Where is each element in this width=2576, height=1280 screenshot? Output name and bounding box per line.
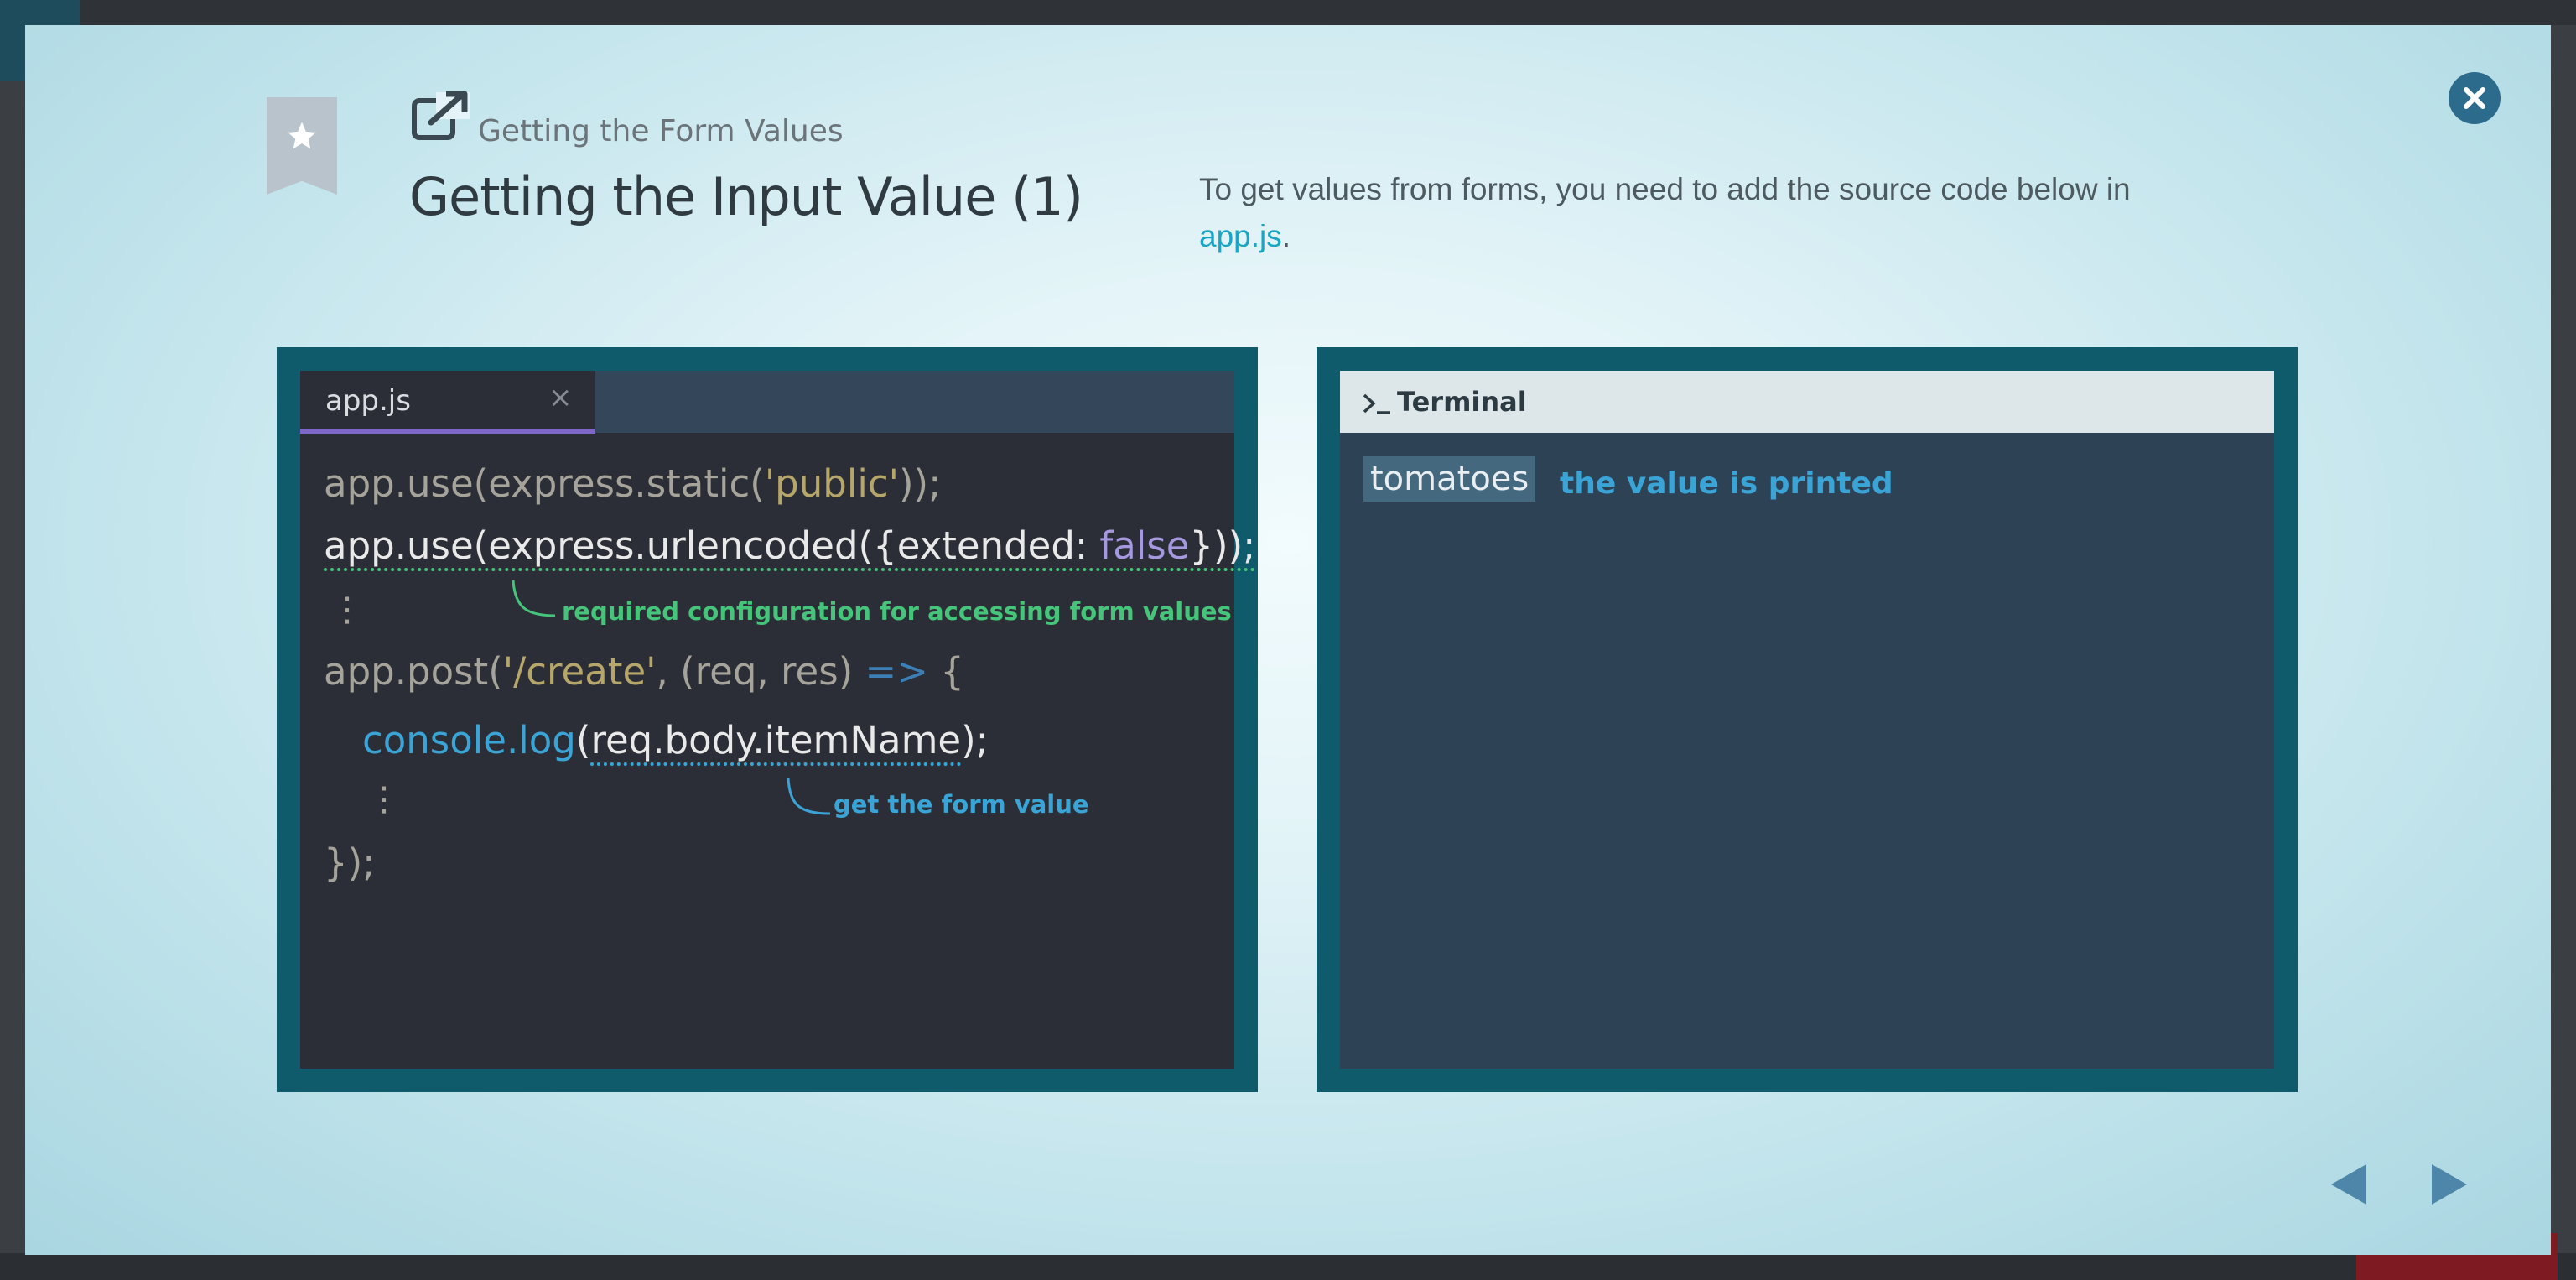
tab-label: app.js <box>325 384 411 418</box>
arrow-left-icon[interactable] <box>2328 1162 2370 1207</box>
form-value-note-connector <box>787 778 831 815</box>
bookmark-button[interactable] <box>267 97 337 195</box>
background-bottom-bar <box>0 1253 2576 1280</box>
code-line-1: app.use(express.static('public')); <box>324 461 942 506</box>
terminal-prompt-icon <box>1363 393 1390 414</box>
description-link[interactable]: app.js <box>1199 219 1282 253</box>
terminal-header: Terminal <box>1340 371 2274 433</box>
code-line-5: }); <box>324 840 376 885</box>
tab-close-icon[interactable]: × <box>548 381 573 414</box>
terminal-title: Terminal <box>1397 386 1527 418</box>
tab-app-js[interactable]: app.js × <box>300 371 595 434</box>
description-trailing: . <box>1281 219 1291 253</box>
config-note-connector <box>512 580 556 617</box>
code-editor: app.js × app.use(express.static('public'… <box>300 371 1256 1069</box>
code-editor-panel: app.js × app.use(express.static('public'… <box>277 347 1258 1092</box>
description-text: To get values from forms, you need to ad… <box>1199 172 2131 206</box>
terminal-output: tomatoes <box>1363 456 1536 502</box>
code-line-4: console.log(req.body.itemName); <box>362 718 989 766</box>
star-icon <box>288 122 316 149</box>
background-top-bar <box>0 0 2576 25</box>
editor-tab-bar: app.js × <box>300 371 1234 434</box>
slide-description: To get values from forms, you need to ad… <box>1199 166 2289 260</box>
terminal-note: the value is printed <box>1560 466 1893 501</box>
slide-modal: Getting the Form Values Getting the Inpu… <box>25 25 2551 1255</box>
code-ellipsis-2: ⋮ <box>367 780 401 819</box>
close-icon <box>2464 87 2485 109</box>
config-note: required configuration for accessing for… <box>562 597 1232 626</box>
form-value-note: get the form value <box>834 790 1089 819</box>
code-ellipsis-1: ⋮ <box>330 591 364 629</box>
terminal: Terminal tomatoes the value is printed <box>1340 371 2274 1069</box>
close-button[interactable] <box>2449 72 2501 124</box>
lesson-subtitle: Getting the Form Values <box>478 114 844 148</box>
arrow-right-icon[interactable] <box>2428 1162 2470 1207</box>
slide-title: Getting the Input Value (1) <box>409 166 1083 227</box>
terminal-panel: Terminal tomatoes the value is printed <box>1317 347 2298 1092</box>
external-link-icon[interactable] <box>411 91 470 143</box>
code-line-3: app.post('/create', (req, res) => { <box>324 649 964 694</box>
code-line-2: app.use(express.urlencoded({extended: fa… <box>324 523 1256 571</box>
